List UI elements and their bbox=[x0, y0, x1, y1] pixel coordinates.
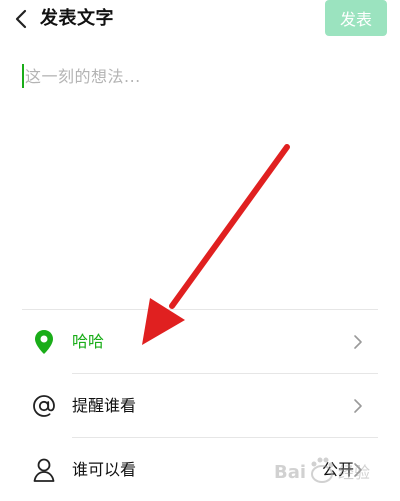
divider bbox=[72, 373, 378, 374]
visibility-row[interactable]: 谁可以看 公开 bbox=[0, 439, 400, 501]
publish-button[interactable]: 发表 bbox=[325, 0, 387, 36]
chevron-right-icon bbox=[354, 463, 362, 477]
back-button[interactable] bbox=[10, 7, 32, 31]
page-title: 发表文字 bbox=[40, 8, 114, 29]
remind-row[interactable]: 提醒谁看 bbox=[0, 375, 400, 437]
top-bar: 发表文字 发表 bbox=[0, 0, 400, 40]
location-pin-icon bbox=[35, 330, 53, 354]
divider bbox=[72, 437, 378, 438]
chevron-right-icon bbox=[354, 335, 362, 349]
visibility-label: 谁可以看 bbox=[72, 460, 137, 479]
remind-label: 提醒谁看 bbox=[72, 396, 137, 415]
person-icon bbox=[33, 458, 55, 482]
chevron-right-icon bbox=[354, 399, 362, 413]
divider bbox=[22, 309, 378, 310]
at-sign-icon bbox=[33, 395, 55, 417]
visibility-value: 公开 bbox=[321, 460, 354, 479]
location-row[interactable]: 哈哈 bbox=[0, 311, 400, 373]
post-text-input[interactable]: 这一刻的想法... bbox=[22, 62, 382, 90]
location-label: 哈哈 bbox=[72, 332, 105, 351]
text-cursor bbox=[22, 64, 24, 88]
chevron-left-icon bbox=[15, 9, 27, 29]
post-text-placeholder: 这一刻的想法... bbox=[25, 67, 141, 86]
